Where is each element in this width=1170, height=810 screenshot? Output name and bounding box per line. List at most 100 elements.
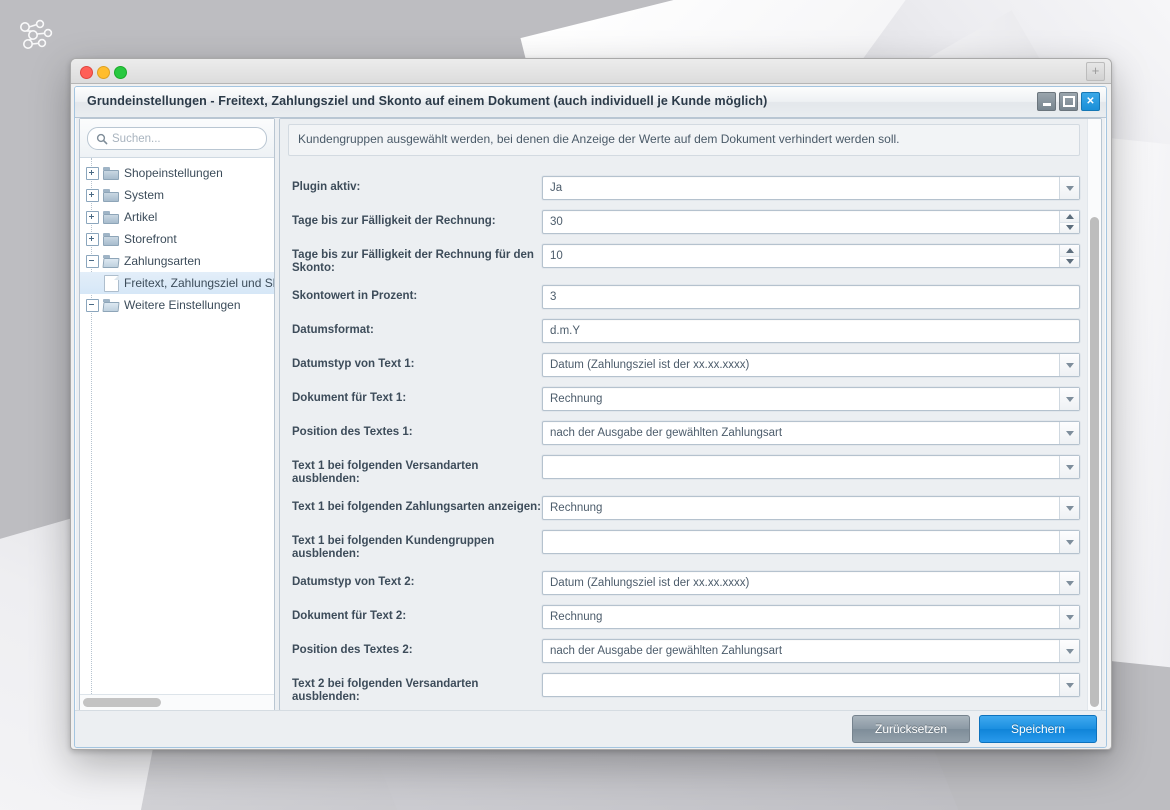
select-position-des-textes-1[interactable]: nach der Ausgabe der gewählten Zahlungsa…: [542, 421, 1080, 445]
field-label: Position des Textes 2:: [292, 644, 413, 656]
chevron-down-icon[interactable]: [1059, 674, 1079, 696]
chevron-down-icon[interactable]: [1059, 640, 1079, 662]
collapse-icon[interactable]: [86, 254, 99, 268]
field-value: Ja: [550, 182, 563, 194]
field-control: d.m.Y?: [542, 319, 1080, 343]
collapse-icon[interactable]: [86, 298, 99, 312]
field-control: 10?: [542, 244, 1080, 268]
select-datumstyp-von-text-1[interactable]: Datum (Zahlungsziel ist der xx.xx.xxxx): [542, 353, 1080, 377]
spinner-buttons[interactable]: [1059, 245, 1079, 267]
spinner-up-icon[interactable]: [1060, 245, 1079, 257]
stepper-tage-bis-zur-f-lligkeit-der-rechnung[interactable]: 30: [542, 210, 1080, 234]
field-control: Rechnung?: [542, 605, 1080, 629]
field-control: Datum (Zahlungsziel ist der xx.xx.xxxx)?: [542, 353, 1080, 377]
input-datumsformat[interactable]: d.m.Y: [542, 319, 1080, 343]
form-fields: Plugin aktiv: Ja? Tage bis zur Fälligkeit …: [280, 156, 1088, 710]
sidebar-item-label: Storefront: [124, 232, 177, 246]
mac-minimize-button[interactable]: [97, 66, 110, 79]
field-control: ?: [542, 455, 1080, 479]
chevron-down-icon[interactable]: [1059, 572, 1079, 594]
field-value: Rechnung: [550, 393, 603, 405]
sidebar-item-shopeinstellungen[interactable]: Shopeinstellungen: [80, 162, 274, 184]
tree-list[interactable]: Shopeinstellungen System Artikel Storefront…: [80, 158, 274, 694]
tree-scroll-thumb[interactable]: [83, 698, 161, 707]
field-value: Rechnung: [550, 502, 603, 514]
spinner-up-icon[interactable]: [1060, 211, 1079, 223]
field-control: Rechnung?: [542, 496, 1080, 520]
settings-form-panel: Kundengruppen ausgewählt werden, bei den…: [279, 118, 1102, 711]
sidebar-item-zahlungsarten[interactable]: Zahlungsarten: [80, 250, 274, 272]
sidebar-item-label: Shopeinstellungen: [124, 166, 223, 180]
field-label: Datumsformat:: [292, 324, 374, 336]
save-button[interactable]: Speichern: [979, 715, 1097, 743]
select-text-1-bei-folgenden-zahlungsarten-anzeigen[interactable]: Rechnung: [542, 496, 1080, 520]
select-position-des-textes-2[interactable]: nach der Ausgabe der gewählten Zahlungsa…: [542, 639, 1080, 663]
folder-icon: [103, 166, 119, 180]
form-vertical-scrollbar[interactable]: [1087, 119, 1101, 710]
select-plugin-aktiv[interactable]: Ja: [542, 176, 1080, 200]
form-row: Plugin aktiv: Ja?: [288, 176, 1080, 200]
sidebar-item-label: Zahlungsarten: [124, 254, 201, 268]
close-icon[interactable]: ✕: [1081, 92, 1100, 111]
sidebar-item-weitere-einstellungen[interactable]: Weitere Einstellungen: [80, 294, 274, 316]
expand-icon[interactable]: [86, 232, 99, 246]
mac-zoom-button[interactable]: [114, 66, 127, 79]
sidebar-item-label: System: [124, 188, 165, 202]
form-row: Tage bis zur Fälligkeit der Rechnung: 30?: [288, 210, 1080, 234]
sidebar-item-label: Freitext, Zahlungsziel und Sko: [124, 276, 274, 290]
field-control: Datum (Zahlungsziel ist der xx.xx.xxxx)?: [542, 571, 1080, 595]
desktop: + Grundeinstellungen - Freitext, Zahlung…: [0, 0, 1170, 810]
new-tab-button[interactable]: +: [1086, 62, 1105, 81]
chevron-down-icon[interactable]: [1059, 606, 1079, 628]
select-text-1-bei-folgenden-versandarten-ausblenden[interactable]: [542, 455, 1080, 479]
stepper-tage-bis-zur-f-lligkeit-der-rechnung-f-r-den-sko[interactable]: 10: [542, 244, 1080, 268]
sidebar-item-freitext-zahlungsziel-und-sko[interactable]: Freitext, Zahlungsziel und Sko: [80, 272, 274, 294]
tree-horizontal-scrollbar[interactable]: [80, 694, 274, 710]
chevron-down-icon[interactable]: [1059, 422, 1079, 444]
field-value: Datum (Zahlungsziel ist der xx.xx.xxxx): [550, 359, 750, 371]
form-row: Text 1 bei folgenden Versandarten ausble…: [288, 455, 1080, 486]
mac-close-button[interactable]: [80, 66, 93, 79]
search-input[interactable]: [112, 130, 266, 147]
chevron-down-icon[interactable]: [1059, 354, 1079, 376]
field-control: nach der Ausgabe der gewählten Zahlungsa…: [542, 421, 1080, 445]
chevron-down-icon[interactable]: [1059, 177, 1079, 199]
chevron-down-icon[interactable]: [1059, 531, 1079, 553]
chevron-down-icon[interactable]: [1059, 456, 1079, 478]
dialog-body: Shopeinstellungen System Artikel Storefront…: [75, 118, 1106, 747]
input-skontowert-in-prozent[interactable]: 3: [542, 285, 1080, 309]
page-title: Grundeinstellungen - Freitext, Zahlungsz…: [87, 94, 768, 108]
spinner-down-icon[interactable]: [1060, 222, 1079, 233]
field-label: Tage bis zur Fälligkeit der Rechnung:: [292, 215, 496, 227]
select-dokument-f-r-text-2[interactable]: Rechnung: [542, 605, 1080, 629]
settings-dialog-window: Grundeinstellungen - Freitext, Zahlungsz…: [74, 86, 1107, 748]
field-label: Text 1 bei folgenden Kundengruppen ausbl…: [292, 535, 495, 560]
select-dokument-f-r-text-1[interactable]: Rechnung: [542, 387, 1080, 411]
chevron-down-icon[interactable]: [1059, 497, 1079, 519]
expand-icon[interactable]: [86, 166, 99, 180]
select-text-2-bei-folgenden-versandarten-ausblenden[interactable]: [542, 673, 1080, 697]
minimize-icon[interactable]: [1037, 92, 1056, 111]
form-scroll-thumb[interactable]: [1090, 217, 1099, 707]
spinner-buttons[interactable]: [1059, 211, 1079, 233]
field-label: Text 2 bei folgenden Versandarten ausble…: [292, 678, 479, 703]
maximize-icon[interactable]: [1059, 92, 1078, 111]
reset-button[interactable]: Zurücksetzen: [852, 715, 970, 743]
folder-icon: [102, 254, 120, 268]
expand-icon[interactable]: [86, 210, 99, 224]
field-control: ?: [542, 673, 1080, 697]
form-row: Tage bis zur Fälligkeit der Rechnung für…: [288, 244, 1080, 275]
select-text-1-bei-folgenden-kundengruppen-ausblenden[interactable]: [542, 530, 1080, 554]
select-datumstyp-von-text-2[interactable]: Datum (Zahlungsziel ist der xx.xx.xxxx): [542, 571, 1080, 595]
dialog-titlebar: Grundeinstellungen - Freitext, Zahlungsz…: [75, 87, 1106, 118]
node-graph-logo-icon: [20, 19, 53, 49]
search-box[interactable]: [87, 127, 267, 150]
sidebar-item-artikel[interactable]: Artikel: [80, 206, 274, 228]
sidebar-item-system[interactable]: System: [80, 184, 274, 206]
chevron-down-icon[interactable]: [1059, 388, 1079, 410]
field-label: Position des Textes 1:: [292, 426, 413, 438]
sidebar-item-storefront[interactable]: Storefront: [80, 228, 274, 250]
spinner-down-icon[interactable]: [1060, 256, 1079, 267]
expand-icon[interactable]: [86, 188, 99, 202]
form-row: Position des Textes 2: nach der Ausgabe d…: [288, 639, 1080, 663]
